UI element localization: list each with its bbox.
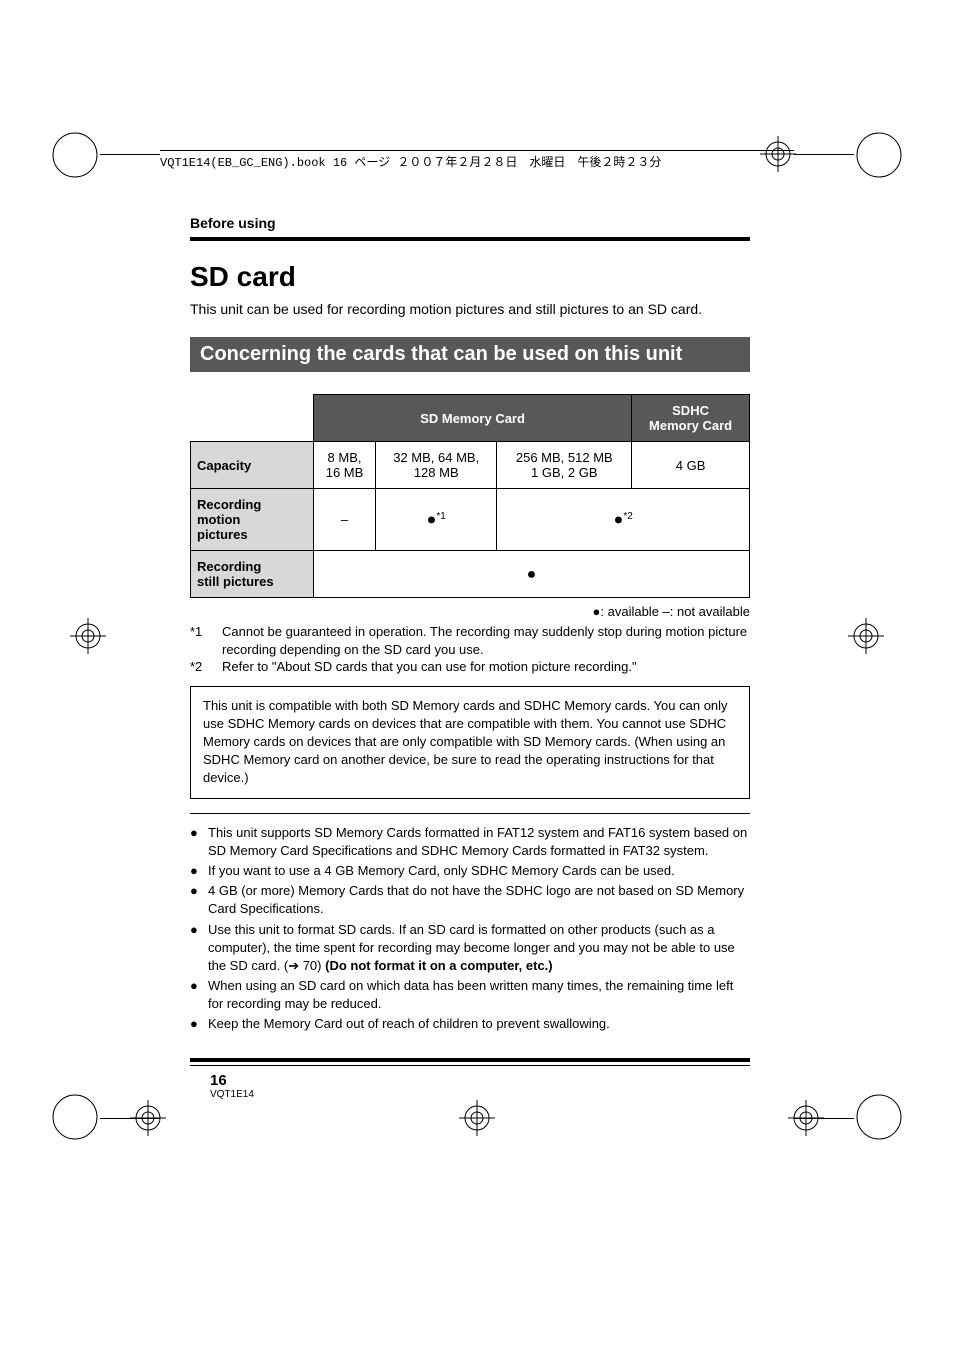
bullet-icon: ●	[190, 824, 200, 860]
section-rule	[190, 237, 750, 241]
doc-code: VQT1E14	[210, 1089, 750, 1100]
list-item: ● Keep the Memory Card out of reach of ch…	[190, 1015, 750, 1033]
capacity-cell-c: 256 MB, 512 MB 1 GB, 2 GB	[497, 442, 632, 489]
capacity-cell-b: 32 MB, 64 MB, 128 MB	[376, 442, 497, 489]
list-item: ●This unit supports SD Memory Cards form…	[190, 824, 750, 860]
corner-ornament	[854, 130, 904, 180]
table-header-sdhc: SDHC Memory Card	[632, 395, 750, 442]
bullet-text: Use this unit to format SD cards. If an …	[208, 921, 750, 976]
footer-rule-heavy	[190, 1058, 750, 1062]
bullet-4-bold: (Do not format it on a computer, etc.)	[325, 958, 553, 973]
list-item: ●4 GB (or more) Memory Cards that do not…	[190, 882, 750, 918]
registration-mark	[459, 1100, 495, 1136]
dot-icon: ●	[527, 566, 537, 583]
capacity-cell-a: 8 MB, 16 MB	[314, 442, 376, 489]
bullet-list: ●This unit supports SD Memory Cards form…	[190, 824, 750, 1034]
bullet-text: When using an SD card on which data has …	[208, 977, 750, 1013]
table-legend: ●: available –: not available	[190, 604, 750, 619]
registration-mark	[788, 1100, 824, 1136]
motion-cell-a: –	[314, 489, 376, 551]
bullet-icon: ●	[190, 977, 200, 1013]
corner-ornament	[854, 1092, 904, 1142]
dot-icon: ●	[427, 512, 437, 529]
intro-text: This unit can be used for recording moti…	[190, 301, 750, 317]
row-motion-l3: pictures	[197, 527, 248, 542]
motion-cd-sup: *2	[623, 511, 632, 522]
row-capacity-label: Capacity	[191, 442, 314, 489]
bullet-icon: ●	[190, 921, 200, 976]
info-box: This unit is compatible with both SD Mem…	[190, 686, 750, 799]
bullet-text: 4 GB (or more) Memory Cards that do not …	[208, 882, 750, 918]
subsection-banner: Concerning the cards that can be used on…	[190, 337, 750, 372]
cap-c-l1: 256 MB, 512 MB	[516, 450, 613, 465]
build-header-line: VQT1E14(EB_GC_ENG).book 16 ページ ２００７年２月２８…	[160, 150, 794, 170]
registration-mark	[130, 1100, 166, 1136]
footnote-1-text: Cannot be guaranteed in operation. The r…	[222, 623, 750, 658]
cap-c-l2: 1 GB, 2 GB	[531, 465, 597, 480]
crop-line	[794, 154, 854, 155]
page-title: SD card	[190, 261, 750, 293]
cap-a-l1: 8 MB,	[328, 450, 362, 465]
page-footer: 16 VQT1E14	[190, 1058, 750, 1100]
corner-ornament	[50, 130, 100, 180]
footnote-2: *2 Refer to "About SD cards that you can…	[190, 658, 750, 676]
corner-ornament	[50, 1092, 100, 1142]
table-header-sdhc-l2: Memory Card	[649, 418, 732, 433]
row-still-l1: Recording	[197, 559, 261, 574]
list-item: ●Use this unit to format SD cards. If an…	[190, 921, 750, 976]
footnote-2-label: *2	[190, 658, 212, 676]
row-motion-l2: motion	[197, 512, 240, 527]
page-content: Before using SD card This unit can be us…	[190, 215, 750, 1036]
registration-mark	[70, 618, 106, 654]
footnote-2-text: Refer to "About SD cards that you can us…	[222, 658, 637, 676]
footnote-1-label: *1	[190, 623, 212, 658]
cap-b-l2: 128 MB	[414, 465, 459, 480]
crop-line	[100, 154, 160, 155]
footnotes: *1 Cannot be guaranteed in operation. Th…	[190, 623, 750, 676]
divider-rule	[190, 813, 750, 814]
table-header-sdhc-l1: SDHC	[672, 403, 709, 418]
cap-b-l1: 32 MB, 64 MB,	[393, 450, 479, 465]
row-still-l2: still pictures	[197, 574, 274, 589]
row-motion-label: Recording motion pictures	[191, 489, 314, 551]
table-blank-corner	[191, 395, 314, 442]
motion-cell-cd: ●*2	[497, 489, 750, 551]
row-still-label: Recording still pictures	[191, 551, 314, 598]
list-item: ●When using an SD card on which data has…	[190, 977, 750, 1013]
section-label: Before using	[190, 215, 750, 231]
page-number: 16	[210, 1072, 750, 1089]
bullet-text: This unit supports SD Memory Cards forma…	[208, 824, 750, 860]
registration-mark	[848, 618, 884, 654]
bullet-icon: ●	[190, 1015, 200, 1033]
footer-rule-thin	[190, 1065, 750, 1066]
list-item: ● If you want to use a 4 GB Memory Card, …	[190, 862, 750, 880]
motion-b-sup: *1	[436, 511, 445, 522]
cap-a-l2: 16 MB	[326, 465, 364, 480]
row-motion-l1: Recording	[197, 497, 261, 512]
still-cell-all: ●	[314, 551, 750, 598]
bullet-icon: ●	[190, 882, 200, 918]
footnote-1: *1 Cannot be guaranteed in operation. Th…	[190, 623, 750, 658]
capacity-cell-d: 4 GB	[632, 442, 750, 489]
dot-icon: ●	[614, 512, 624, 529]
table-header-sd: SD Memory Card	[314, 395, 632, 442]
card-compat-table: SD Memory Card SDHC Memory Card Capacity…	[190, 394, 750, 598]
bullet-text: If you want to use a 4 GB Memory Card, o…	[208, 862, 675, 880]
motion-cell-b: ●*1	[376, 489, 497, 551]
bullet-icon: ●	[190, 862, 200, 880]
bullet-text: Keep the Memory Card out of reach of chi…	[208, 1015, 610, 1033]
